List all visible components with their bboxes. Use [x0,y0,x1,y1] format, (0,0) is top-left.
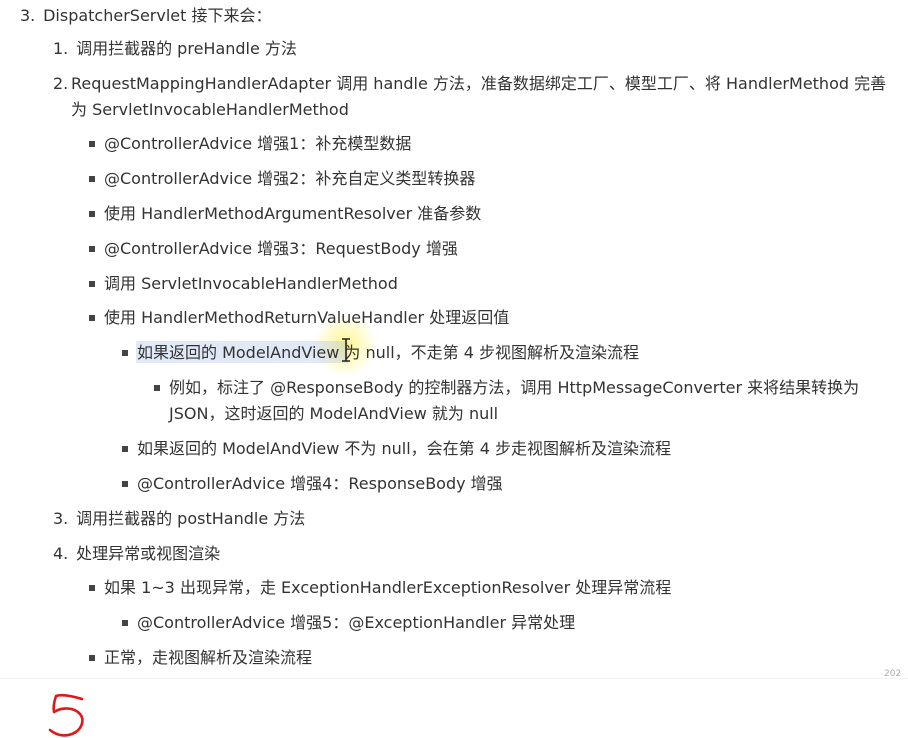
list-item-exception-flow: 如果 1~3 出现异常，走 ExceptionHandlerExceptionR… [104,578,672,597]
list-item-text-line-2: 为 ServletInvocableHandlerMethod [71,100,349,119]
handwritten-annotation [48,693,84,737]
list-item-invoke: 调用 ServletInvocableHandlerMethod [104,274,398,293]
list-item-text: DispatcherServlet 接下来会： [43,6,272,25]
list-item-text: 调用拦截器的 preHandle 方法 [76,39,297,58]
whiteboard-area [0,678,908,738]
bullet-icon [89,315,95,321]
list-item-normal-render: 正常，走视图解析及渲染流程 [104,648,313,667]
list-item-argument-resolver: 使用 HandlerMethodArgumentResolver 准备参数 [104,204,482,223]
list-item-text-line-2: JSON，这时返回的 ModelAndView 就为 null [169,404,499,423]
bullet-icon [122,481,128,487]
bullet-icon [89,246,95,252]
list-item-example-responsebody: 例如，标注了 @ResponseBody 的控制器方法，调用 HttpMessa… [169,377,859,425]
bullet-icon [89,211,95,217]
list-item-advice-4: @ControllerAdvice 增强4：ResponseBody 增强 [137,474,503,493]
bullet-icon [154,385,160,391]
list-number: 1. [53,39,69,58]
bullet-icon [89,176,95,182]
list-item-text: 处理异常或视图渲染 [76,544,221,563]
list-item-nonnull-modelandview: 如果返回的 ModelAndView 不为 null，会在第 4 步走视图解析及… [137,439,672,458]
list-item-advice-5: @ControllerAdvice 增强5：@ExceptionHandler … [137,613,576,632]
bullet-icon [89,585,95,591]
list-number: 3. [53,509,69,528]
list-item-advice-3: @ControllerAdvice 增强3：RequestBody 增强 [104,239,458,258]
list-item-text-line-1: 例如，标注了 @ResponseBody 的控制器方法，调用 HttpMessa… [169,378,860,397]
bullet-icon [89,655,95,661]
list-number: 4. [53,544,69,563]
list-item-text-line-1: RequestMappingHandlerAdapter 调用 handle 方… [71,74,887,93]
text-cursor-icon [342,338,350,362]
bullet-icon [122,350,128,356]
list-item-advice-1: @ControllerAdvice 增强1：补充模型数据 [104,134,412,153]
list-item-posthandle: 3. 调用拦截器的 postHandle 方法 [53,508,305,530]
bullet-icon [89,141,95,147]
document-page: 3. DispatcherServlet 接下来会： 1. 调用拦截器的 pre… [0,0,908,680]
list-number: 2. [53,74,69,93]
list-item-text: 调用拦截器的 postHandle 方法 [76,509,306,528]
bullet-icon [122,620,128,626]
list-item-step-3: 3. DispatcherServlet 接下来会： [20,5,272,27]
list-item-return-value-handler: 使用 HandlerMethodReturnValueHandler 处理返回值 [104,308,510,327]
list-item-handler-adapter: 2. RequestMappingHandlerAdapter 调用 handl… [53,73,886,121]
list-item-exception-render: 4. 处理异常或视图渲染 [53,543,220,565]
bullet-icon [122,446,128,452]
bullet-icon [89,281,95,287]
list-item-null-modelandview: 如果返回的 ModelAndView 为 null，不走第 4 步视图解析及渲染… [137,343,640,362]
list-number: 3. [20,6,36,25]
list-item-prehandle: 1. 调用拦截器的 preHandle 方法 [53,38,297,60]
list-item-advice-2: @ControllerAdvice 增强2：补充自定义类型转换器 [104,169,476,188]
